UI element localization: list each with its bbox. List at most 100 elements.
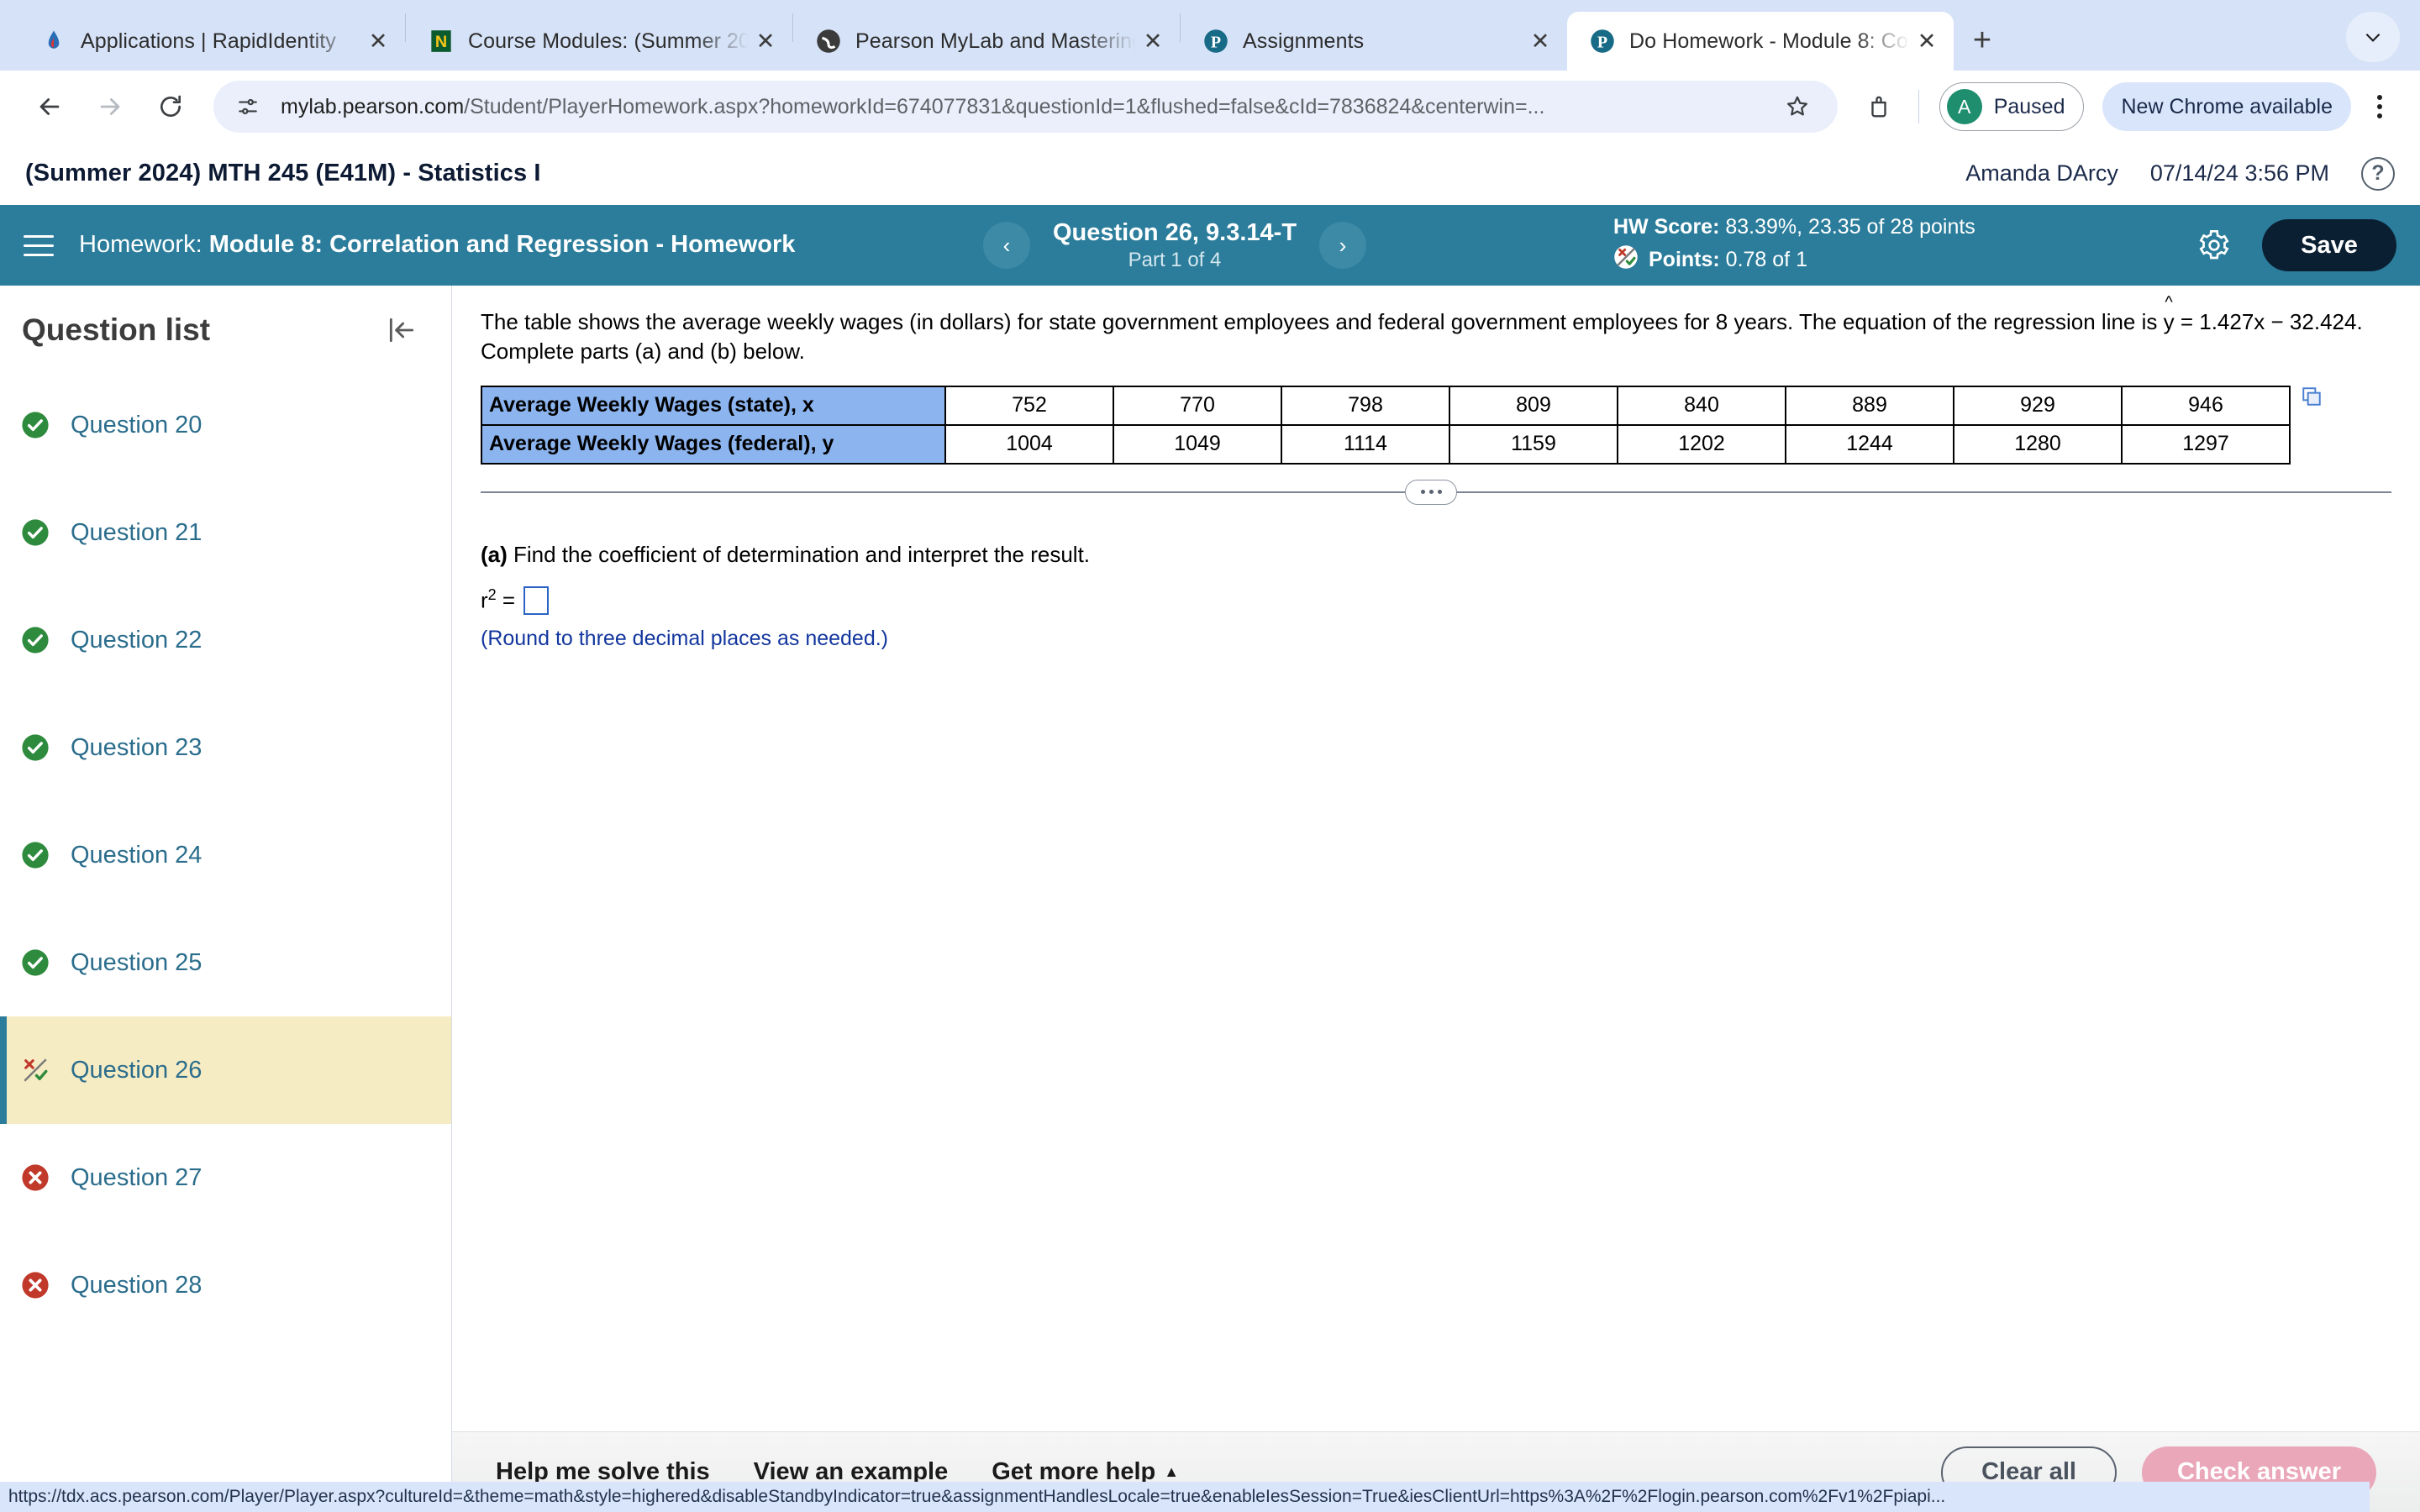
part-a-label: (a) (481, 541, 508, 567)
save-button[interactable]: Save (2262, 219, 2396, 271)
browser-tab-1[interactable]: N Course Modules: (Summer 20 ✕ (406, 12, 792, 71)
address-bar[interactable]: mylab.pearson.com/Student/PlayerHomework… (213, 81, 1838, 133)
check-circle-icon (18, 516, 52, 549)
pearson-globe-icon (815, 28, 842, 55)
question-navigator: ‹ Question 26, 9.3.14-T Part 1 of 4 › (983, 219, 1366, 272)
cell-federal-3: 1159 (1449, 423, 1618, 465)
part-a-prompt: (a) Find the coefficient of determinatio… (481, 542, 2391, 568)
points-text: Points: 0.78 of 1 (1649, 247, 1807, 273)
question-name: Question 26, 9.3.14-T (1052, 218, 1297, 246)
question-list-sidebar: Question list Question 20 Question 21 Qu… (0, 286, 452, 1512)
sidebar-item-question-26[interactable]: Question 26 (0, 1016, 451, 1124)
x-circle-icon (18, 1161, 52, 1194)
course-header-right: Amanda DArcy 07/14/24 3:56 PM ? (1965, 156, 2395, 191)
back-arrow-icon[interactable] (22, 79, 77, 134)
svg-text:N: N (435, 33, 447, 51)
hat-accent: ^ (2165, 293, 2173, 312)
sidebar-item-question-25[interactable]: Question 25 (0, 909, 451, 1016)
r-letter: r (481, 588, 488, 614)
r-squared-input[interactable] (523, 585, 550, 615)
close-icon[interactable]: ✕ (361, 24, 395, 58)
chevron-right-icon[interactable]: › (1319, 222, 1366, 269)
check-circle-icon (18, 946, 52, 979)
points-value: 0.78 of 1 (1725, 248, 1807, 271)
chrome-update-button[interactable]: New Chrome available (2102, 82, 2351, 131)
sidebar-item-question-20[interactable]: Question 20 (0, 371, 451, 479)
gear-icon[interactable] (2193, 224, 2235, 266)
hw-score-label: HW Score: (1613, 215, 1720, 239)
sidebar-item-label: Question 20 (71, 411, 203, 438)
chevron-down-icon[interactable] (2346, 12, 2400, 62)
r-exponent: 2 (487, 586, 497, 604)
new-tab-button[interactable]: + (1959, 17, 2006, 64)
equals-sign: = (502, 588, 516, 614)
row-header-federal: Average Weekly Wages (federal), y (481, 423, 946, 465)
cell-federal-1: 1049 (1113, 423, 1282, 465)
drag-handle-dots[interactable] (1405, 479, 1457, 505)
forward-arrow-icon[interactable] (82, 79, 138, 134)
sidebar-item-question-23[interactable]: Question 23 (0, 694, 451, 801)
browser-tab-4-active[interactable]: P Do Homework - Module 8: Co ✕ (1567, 12, 1954, 71)
browser-tab-3[interactable]: P Assignments ✕ (1181, 12, 1567, 71)
tab-title: Assignments (1243, 29, 1365, 53)
assignment-name: Module 8: Correlation and Regression - H… (208, 231, 796, 259)
table-row: Average Weekly Wages (state), x 752 770 … (481, 385, 2291, 426)
help-question-icon[interactable]: ? (2361, 156, 2395, 191)
table-row: Average Weekly Wages (federal), y 1004 1… (481, 423, 2291, 465)
toolbar-divider (1918, 90, 1919, 123)
url-host: mylab.pearson.com (281, 94, 465, 118)
sidebar-item-label: Question 25 (71, 948, 203, 976)
homework-toolbar-right: Save (2193, 219, 2396, 271)
browser-tab-2[interactable]: Pearson MyLab and Mastering ✕ (793, 12, 1180, 71)
hw-score-line: HW Score: 83.39%, 23.35 of 28 points (1613, 214, 1975, 240)
collapse-panel-icon[interactable] (381, 309, 423, 351)
chevron-left-icon[interactable]: ‹ (983, 222, 1030, 269)
sidebar-item-question-28[interactable]: Question 28 (0, 1231, 451, 1339)
prompt-text-part1: The table shows the average weekly wages… (481, 309, 2164, 334)
body-split: Question list Question 20 Question 21 Qu… (0, 286, 2420, 1512)
pearson-p-icon: P (1202, 28, 1229, 55)
sidebar-item-question-21[interactable]: Question 21 (0, 479, 451, 586)
check-circle-icon (18, 623, 52, 657)
reload-icon[interactable] (143, 79, 198, 134)
tab-strip: Applications | RapidIdentity ✕ N Course … (0, 0, 2420, 71)
sidebar-item-label: Question 24 (71, 841, 203, 869)
hamburger-menu-icon[interactable] (24, 227, 60, 264)
close-icon[interactable]: ✕ (1523, 24, 1557, 58)
canvas-n-icon: N (428, 28, 455, 55)
tab-title: Course Modules: (Summer 20 (468, 29, 749, 53)
part-a-section: (a) Find the coefficient of determinatio… (481, 542, 2391, 651)
sidebar-item-label: Question 28 (71, 1271, 203, 1299)
sidebar-item-label: Question 27 (71, 1163, 203, 1191)
cell-federal-5: 1244 (1785, 423, 1954, 465)
kebab-menu-icon[interactable] (2361, 83, 2398, 130)
sidebar-item-question-22[interactable]: Question 22 (0, 586, 451, 694)
extensions-icon[interactable] (1856, 84, 1902, 129)
browser-tab-0[interactable]: Applications | RapidIdentity ✕ (18, 12, 405, 71)
pearson-p-icon: P (1589, 28, 1616, 55)
hw-score-value: 83.39%, 23.35 of 28 points (1725, 215, 1975, 239)
cell-state-1: 770 (1113, 385, 1282, 426)
svg-text:P: P (1211, 34, 1221, 52)
data-table-wrapper: Average Weekly Wages (state), x 752 770 … (481, 367, 2391, 465)
check-circle-icon (18, 731, 52, 764)
sidebar-item-question-27[interactable]: Question 27 (0, 1124, 451, 1231)
cell-federal-6: 1280 (1953, 423, 2123, 465)
close-icon[interactable]: ✕ (1910, 24, 1944, 58)
status-bar: https://tdx.acs.pearson.com/Player/Playe… (0, 1482, 2370, 1512)
copy-table-icon[interactable] (2301, 386, 2323, 412)
profile-button[interactable]: A Paused (1939, 82, 2085, 131)
close-icon[interactable]: ✕ (749, 24, 782, 58)
question-part-label: Part 1 of 4 (1128, 248, 1222, 271)
sidebar-item-label: Question 23 (71, 733, 203, 761)
site-settings-icon[interactable] (234, 92, 262, 121)
close-icon[interactable]: ✕ (1136, 24, 1170, 58)
profile-status-label: Paused (1993, 94, 2065, 118)
svg-text:P: P (1597, 34, 1607, 52)
avatar: A (1946, 89, 1982, 124)
pane-splitter[interactable] (481, 479, 2391, 505)
cell-federal-4: 1202 (1617, 423, 1786, 465)
cell-federal-7: 1297 (2121, 423, 2291, 465)
sidebar-item-question-24[interactable]: Question 24 (0, 801, 451, 909)
star-icon[interactable] (1777, 87, 1818, 127)
